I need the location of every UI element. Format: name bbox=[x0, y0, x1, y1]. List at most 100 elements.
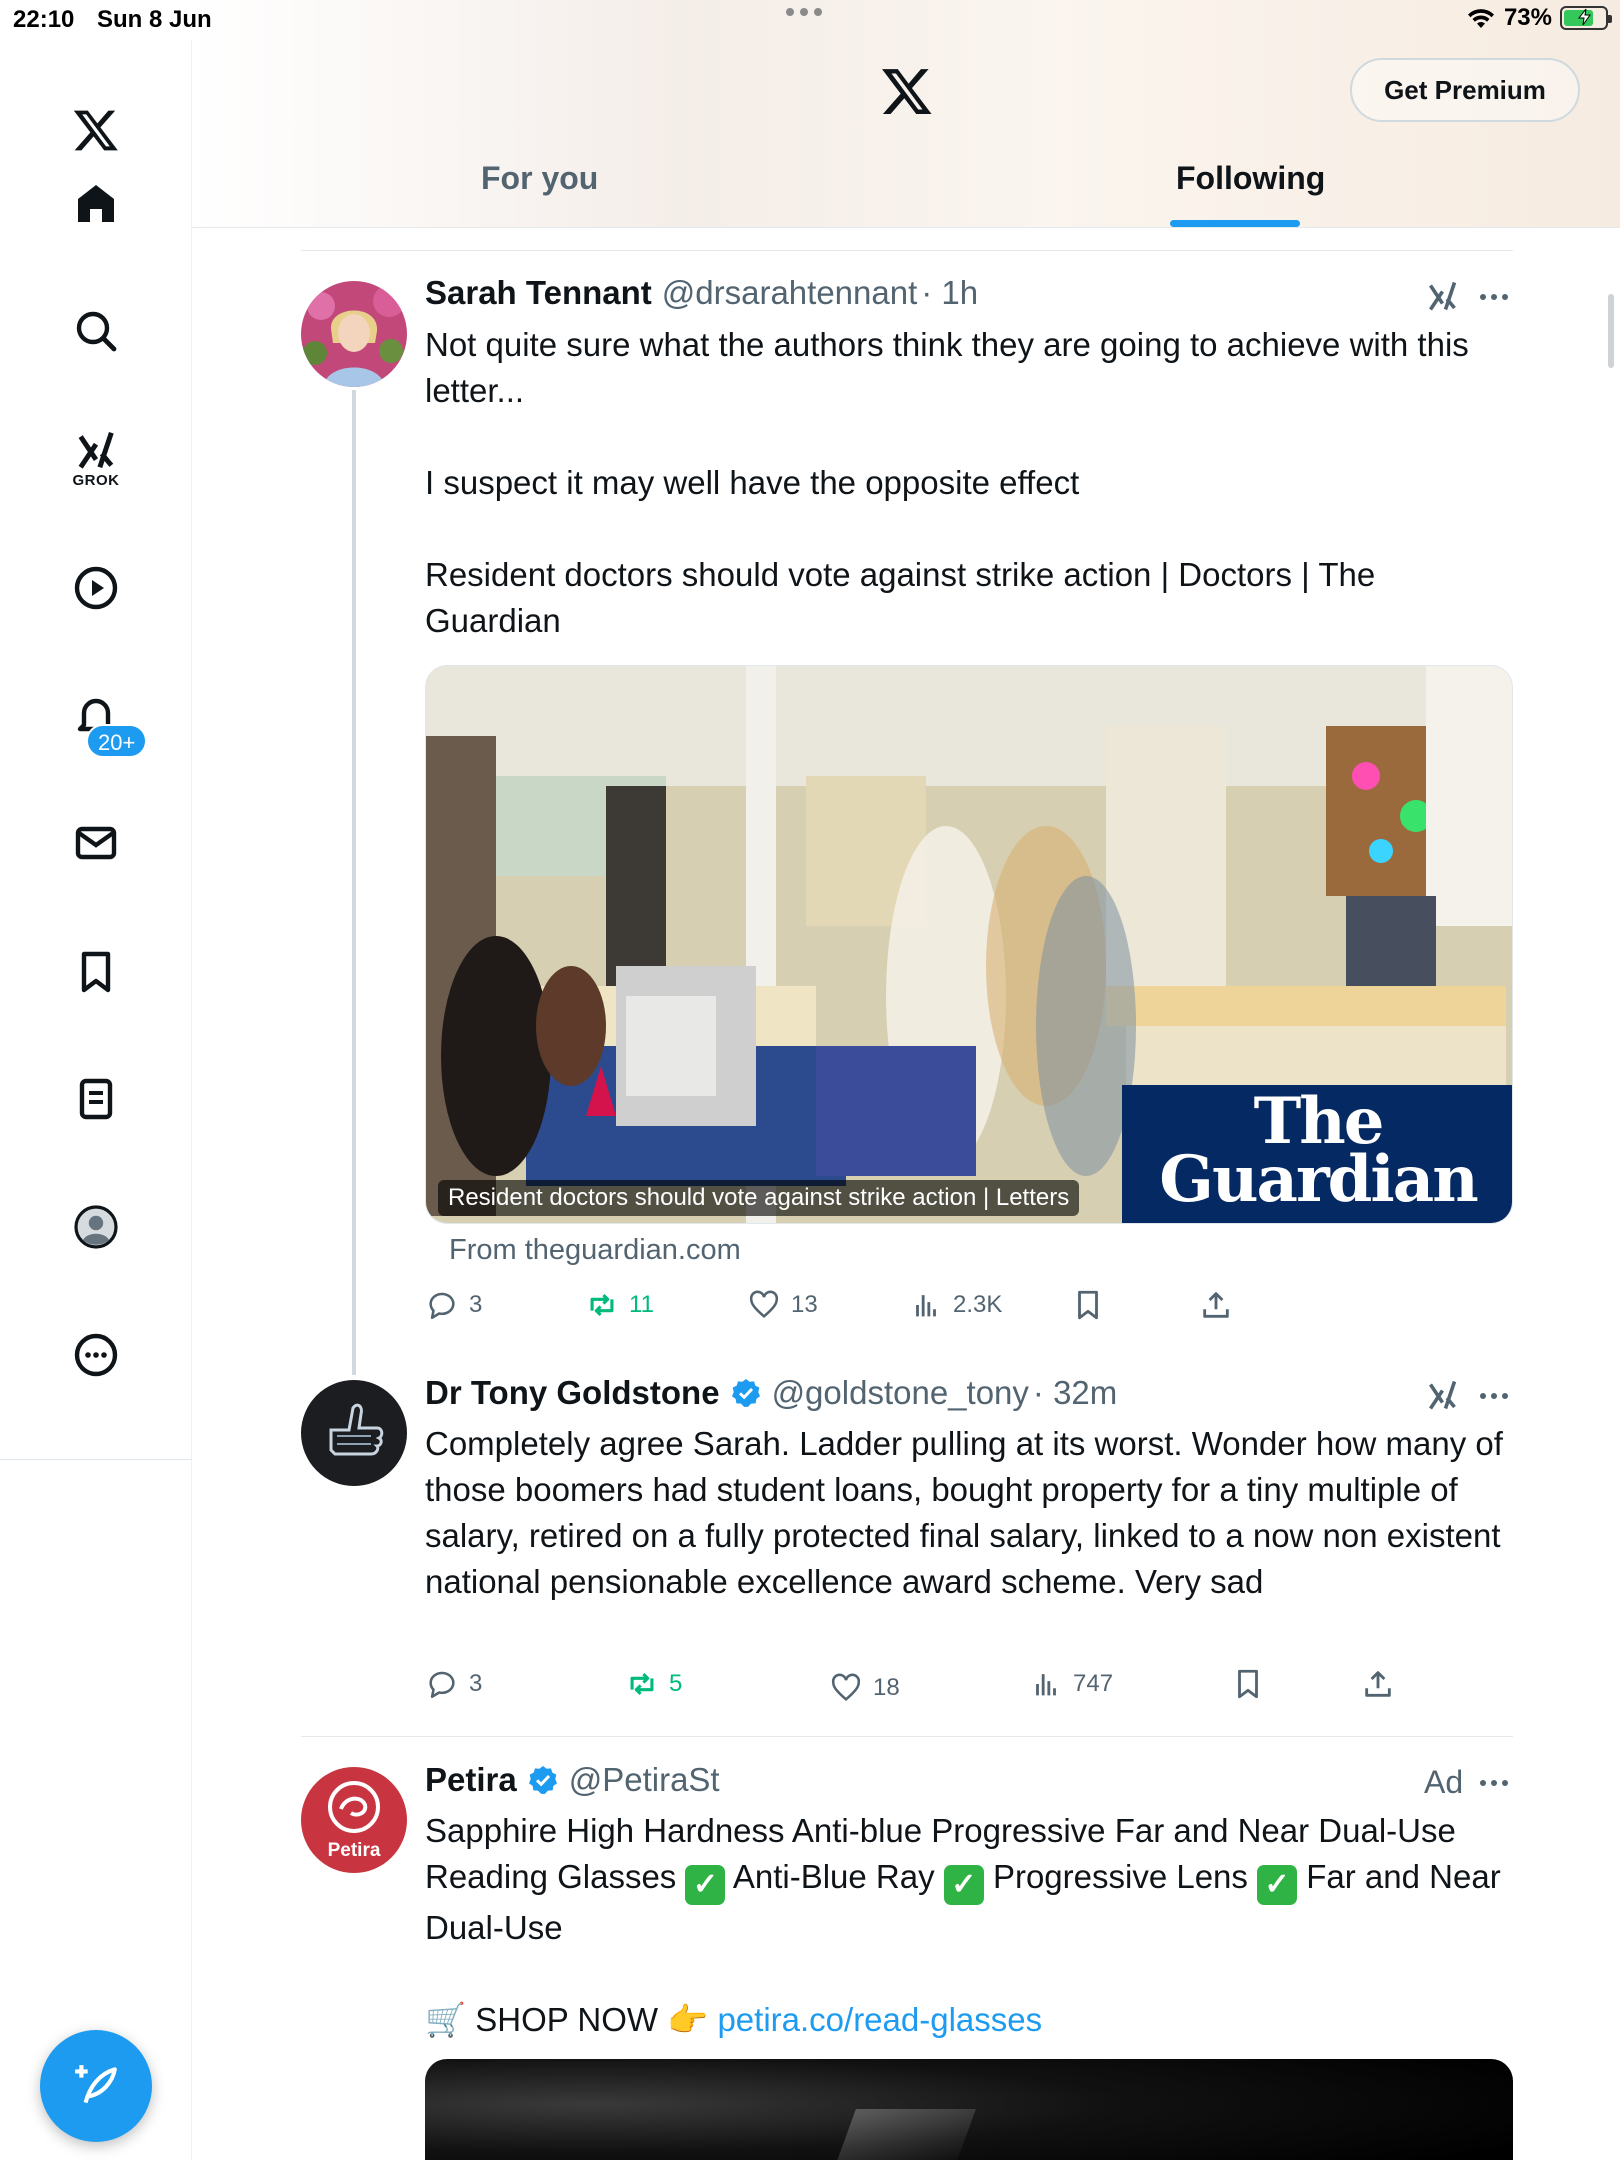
views-count: 747 bbox=[1073, 1670, 1114, 1697]
more-options-icon[interactable] bbox=[1480, 1778, 1512, 1788]
search-icon[interactable] bbox=[56, 291, 136, 371]
tweet-header: Petira @PetiraSt bbox=[425, 1761, 720, 1799]
repost-count: 5 bbox=[669, 1670, 683, 1697]
status-date: Sun 8 Jun bbox=[97, 6, 212, 33]
more-circle-icon[interactable] bbox=[56, 1315, 136, 1395]
author-name[interactable]: Petira bbox=[425, 1761, 517, 1799]
heart-icon bbox=[749, 1290, 779, 1319]
author-name[interactable]: Dr Tony Goldstone bbox=[425, 1374, 720, 1412]
link-card-image[interactable]: Resident doctors should vote against str… bbox=[425, 665, 1513, 1224]
status-right: 73% bbox=[1466, 4, 1612, 32]
tweet-time[interactable]: · 32m bbox=[1033, 1374, 1117, 1412]
get-premium-button[interactable]: Get Premium bbox=[1350, 58, 1580, 122]
avatar-text: Petira bbox=[328, 1840, 381, 1861]
tweet-text-line: Not quite sure what the authors think th… bbox=[425, 326, 1469, 409]
pointing-hand-icon: 👉 bbox=[667, 2001, 709, 2038]
avatar[interactable] bbox=[301, 1380, 407, 1486]
cart-icon: 🛒 bbox=[425, 2001, 467, 2038]
ad-label: Ad bbox=[1424, 1764, 1464, 1800]
tweet-header: Sarah Tennant @drsarahtennant · 1h bbox=[425, 274, 978, 312]
views-button[interactable]: 747 bbox=[1029, 1667, 1113, 1701]
share-button[interactable] bbox=[1361, 1667, 1395, 1701]
tweet-divider bbox=[301, 1736, 1513, 1737]
avatar[interactable]: Petira bbox=[301, 1767, 407, 1873]
check-icon: ✓ bbox=[943, 1865, 984, 1905]
x-logo-icon[interactable] bbox=[56, 90, 136, 170]
status-time: 22:10 bbox=[13, 6, 75, 33]
share-icon bbox=[1365, 1671, 1391, 1697]
verified-badge-icon bbox=[528, 1766, 557, 1794]
video-icon[interactable] bbox=[56, 548, 136, 628]
multitasking-dots-icon[interactable] bbox=[786, 8, 822, 16]
repost-icon bbox=[590, 1293, 614, 1317]
bookmark-icon bbox=[1078, 1290, 1098, 1320]
reply-count: 3 bbox=[469, 1291, 483, 1318]
share-button[interactable] bbox=[1199, 1288, 1233, 1322]
like-count: 18 bbox=[873, 1674, 900, 1701]
grok-icon[interactable] bbox=[1426, 278, 1462, 314]
repost-icon bbox=[630, 1672, 654, 1696]
author-name[interactable]: Sarah Tennant bbox=[425, 274, 652, 312]
sidebar-divider bbox=[0, 1459, 192, 1460]
shop-now-label: SHOP NOW bbox=[475, 2001, 659, 2038]
views-icon bbox=[916, 1295, 936, 1317]
reply-count: 3 bbox=[469, 1670, 483, 1697]
tweet-text-line: I suspect it may well have the opposite … bbox=[425, 464, 1080, 501]
tweet-body: Completely agree Sarah. Ladder pulling a… bbox=[425, 1425, 1503, 1600]
heart-icon bbox=[831, 1673, 861, 1702]
tab-for-you[interactable]: For you bbox=[481, 160, 598, 197]
ad-text: Sapphire High Hardness Anti-blue Progres… bbox=[425, 1812, 1501, 1946]
card-caption: Resident doctors should vote against str… bbox=[438, 1180, 1080, 1216]
thread-connector bbox=[352, 390, 356, 1375]
reply-icon bbox=[429, 1292, 455, 1320]
repost-count: 11 bbox=[629, 1291, 654, 1318]
reply-button[interactable]: 3 bbox=[425, 1288, 482, 1322]
author-handle[interactable]: @drsarahtennant bbox=[662, 274, 918, 312]
profile-icon[interactable] bbox=[56, 1187, 136, 1267]
like-count: 13 bbox=[791, 1291, 818, 1318]
like-button[interactable]: 18 bbox=[829, 1671, 900, 1705]
bookmark-button[interactable] bbox=[1071, 1288, 1105, 1322]
more-options-icon[interactable] bbox=[1480, 292, 1512, 302]
compose-button[interactable] bbox=[40, 2030, 152, 2142]
reply-button[interactable]: 3 bbox=[425, 1667, 482, 1701]
home-icon[interactable] bbox=[56, 164, 136, 244]
like-button[interactable]: 13 bbox=[747, 1288, 818, 1322]
tweet-text-line: Resident doctors should vote against str… bbox=[425, 556, 1376, 639]
views-icon bbox=[1036, 1674, 1056, 1696]
more-options-icon[interactable] bbox=[1480, 1391, 1512, 1401]
author-handle[interactable]: @PetiraSt bbox=[569, 1761, 720, 1799]
tweet-time[interactable]: · 1h bbox=[921, 274, 978, 312]
ad-media[interactable] bbox=[425, 2059, 1513, 2160]
battery-icon bbox=[1560, 6, 1612, 30]
check-icon: ✓ bbox=[1257, 1865, 1298, 1905]
ad-cta-line: 🛒 SHOP NOW 👉 petira.co/read-glasses bbox=[425, 1997, 1515, 2043]
x-logo-icon[interactable] bbox=[880, 64, 934, 118]
views-count: 2.3K bbox=[953, 1291, 1003, 1318]
battery-percent: 73% bbox=[1503, 4, 1552, 31]
grok-icon[interactable] bbox=[1426, 1377, 1462, 1413]
ad-link[interactable]: petira.co/read-glasses bbox=[717, 2001, 1042, 2038]
scrollbar[interactable] bbox=[1608, 294, 1614, 368]
repost-button[interactable]: 5 bbox=[625, 1667, 682, 1701]
avatar[interactable] bbox=[301, 281, 407, 387]
author-handle[interactable]: @goldstone_tony bbox=[772, 1374, 1029, 1412]
active-tab-indicator bbox=[1170, 220, 1300, 227]
repost-button[interactable]: 11 bbox=[585, 1288, 654, 1322]
card-source[interactable]: From theguardian.com bbox=[449, 1234, 741, 1267]
views-button[interactable]: 2.3K bbox=[909, 1288, 1002, 1322]
guardian-logo-text: The Guardian bbox=[1159, 1084, 1478, 1217]
tab-following[interactable]: Following bbox=[1176, 160, 1325, 197]
verified-badge-icon bbox=[731, 1379, 760, 1407]
guardian-logo: The Guardian bbox=[1122, 1084, 1512, 1223]
list-icon[interactable] bbox=[56, 1059, 136, 1139]
bookmark-button[interactable] bbox=[1231, 1667, 1265, 1701]
feather-plus-icon bbox=[75, 2065, 117, 2104]
feed-top-divider bbox=[301, 250, 1513, 251]
status-bar: 22:10 Sun 8 Jun 73% bbox=[0, 0, 1620, 40]
mail-icon[interactable] bbox=[56, 803, 136, 883]
bookmark-icon[interactable] bbox=[56, 932, 136, 1012]
check-icon: ✓ bbox=[685, 1865, 726, 1905]
grok-icon[interactable]: GROK bbox=[56, 418, 136, 498]
sidebar: GROK 20+ bbox=[0, 40, 192, 2160]
